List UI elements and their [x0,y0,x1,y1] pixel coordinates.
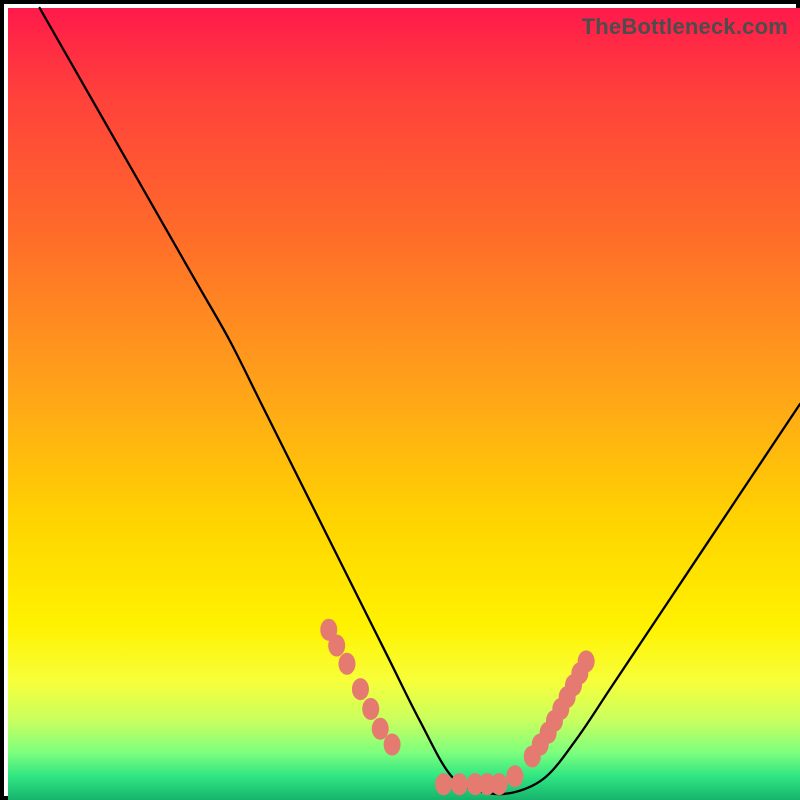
highlight-dot [491,773,508,795]
curve-layer [8,8,800,800]
highlight-dot [384,734,401,756]
highlight-dot [506,765,523,787]
highlight-dot [435,773,452,795]
highlight-dot [372,718,389,740]
highlight-dot [451,773,468,795]
chart-frame: TheBottleneck.com [0,0,800,800]
plot-area: TheBottleneck.com [8,8,800,800]
highlight-dot [352,678,369,700]
highlight-dot [578,650,595,672]
highlight-dot [362,698,379,720]
highlight-dot [338,653,355,675]
highlight-dot [328,635,345,657]
bottleneck-curve [40,8,800,794]
